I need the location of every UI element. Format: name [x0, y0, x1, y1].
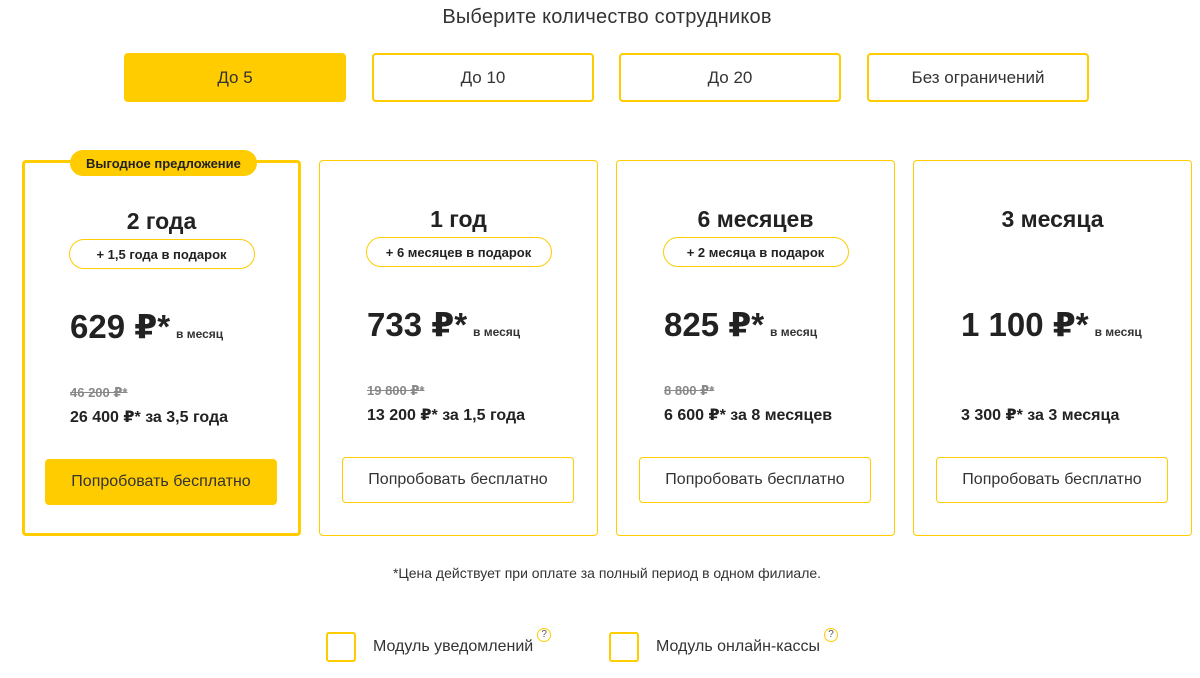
plan-price-unit: в месяц: [473, 325, 521, 339]
page-heading: Выберите количество сотрудников: [442, 6, 772, 28]
plan-total: 6 600 ₽* за 8 месяцев: [664, 407, 833, 424]
plan-price: 825 ₽*: [664, 306, 765, 343]
plan-card-3-months: 3 месяца 1 100 ₽* в месяц 3 300 ₽* за 3 …: [913, 160, 1192, 536]
help-icon[interactable]: ?: [823, 628, 838, 642]
plan-old-price: 19 800 ₽*: [367, 383, 425, 398]
plan-price: 629 ₽*: [70, 308, 171, 345]
plan-bonus: + 6 месяцев в подарок: [365, 237, 552, 267]
plan-price-row: 733 ₽* в месяц: [367, 305, 520, 345]
plan-total: 26 400 ₽* за 3,5 года: [70, 409, 229, 426]
notifications-module-checkbox[interactable]: [326, 632, 356, 662]
plan-period: 1 год: [430, 206, 487, 232]
plan-price-unit: в месяц: [770, 325, 818, 339]
plan-old-price: 8 800 ₽*: [664, 383, 715, 398]
plan-price-row: 1 100 ₽* в месяц: [961, 305, 1142, 345]
plan-price-unit: в месяц: [176, 327, 224, 341]
help-icon[interactable]: ?: [537, 628, 552, 642]
plan-period: 3 месяца: [1001, 206, 1104, 232]
try-free-button[interactable]: Попробовать бесплатно: [342, 457, 574, 503]
try-free-button[interactable]: Попробовать бесплатно: [45, 459, 277, 505]
team-size-5-button[interactable]: До 5: [124, 53, 346, 102]
plan-bonus: + 1,5 года в подарок: [68, 239, 255, 269]
plan-price-row: 825 ₽* в месяц: [664, 305, 817, 345]
plan-bonus: + 2 месяца в подарок: [662, 237, 849, 267]
best-offer-badge: Выгодное предложение: [70, 150, 257, 176]
team-size-unlimited-button[interactable]: Без ограничений: [867, 53, 1089, 102]
try-free-button[interactable]: Попробовать бесплатно: [639, 457, 871, 503]
online-cashbox-module-option: Модуль онлайн-кассы ?: [609, 628, 838, 662]
plan-card-6-months: 6 месяцев + 2 месяца в подарок 825 ₽* в …: [616, 160, 895, 536]
plan-price-row: 629 ₽* в месяц: [70, 307, 223, 347]
online-cashbox-module-checkbox[interactable]: [609, 632, 639, 662]
plan-old-price: 46 200 ₽*: [70, 385, 128, 400]
plan-price: 733 ₽*: [367, 306, 468, 343]
try-free-button[interactable]: Попробовать бесплатно: [936, 457, 1168, 503]
notifications-module-label: Модуль уведомлений: [373, 638, 534, 655]
plan-card-1-year: 1 год + 6 месяцев в подарок 733 ₽* в мес…: [319, 160, 598, 536]
team-size-10-button[interactable]: До 10: [372, 53, 594, 102]
price-footnote: *Цена действует при оплате за полный пер…: [392, 565, 822, 581]
plan-price-unit: в месяц: [1094, 325, 1142, 339]
plan-period: 2 года: [126, 208, 197, 234]
plan-total: 13 200 ₽* за 1,5 года: [367, 407, 526, 424]
plan-period: 6 месяцев: [697, 206, 814, 232]
plan-total: 3 300 ₽* за 3 месяца: [961, 407, 1120, 424]
notifications-module-option: Модуль уведомлений ?: [326, 628, 552, 662]
plan-card-2-years: Выгодное предложение 2 года + 1,5 года в…: [22, 150, 301, 536]
plan-price: 1 100 ₽*: [961, 306, 1089, 343]
team-size-20-button[interactable]: До 20: [619, 53, 841, 102]
online-cashbox-module-label: Модуль онлайн-кассы: [656, 638, 820, 655]
